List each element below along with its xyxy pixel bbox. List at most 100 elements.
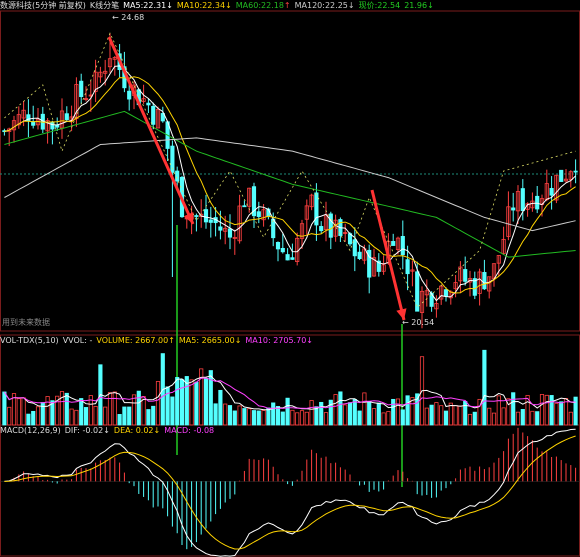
ma10-value: 22.34 bbox=[202, 1, 226, 10]
volume-bar bbox=[343, 404, 348, 426]
watermark-label: 用到未来数据 bbox=[2, 318, 50, 327]
macd-dea-line bbox=[4, 435, 576, 550]
volume-header: VOL-TDX(5,10) VVOL: - VOLUME: 2667.00↑ MA5:… bbox=[0, 336, 317, 346]
volume-bar bbox=[117, 414, 122, 426]
volume-ma5-line bbox=[3, 375, 576, 411]
volume-bar bbox=[568, 411, 573, 426]
vol-title: VOL-TDX(5,10) bbox=[0, 336, 59, 345]
candle-body bbox=[405, 259, 410, 275]
candle-body bbox=[400, 236, 405, 256]
vol-ma10-value: MA10: 2705.70↓ bbox=[245, 336, 313, 345]
volume-bar bbox=[275, 406, 281, 426]
candle-body bbox=[319, 226, 324, 232]
ma120-label: MA120:22.25↓ bbox=[294, 1, 355, 10]
chart-canvas bbox=[0, 10, 580, 557]
volume-bar bbox=[309, 400, 314, 426]
volume-bar bbox=[261, 410, 266, 426]
candle-body bbox=[55, 124, 60, 128]
volume-bar bbox=[251, 410, 257, 426]
volume-bar bbox=[127, 406, 132, 426]
volume-bar bbox=[194, 381, 199, 426]
extra-value: 21.96↓ bbox=[404, 1, 434, 10]
candle-body bbox=[79, 80, 84, 98]
volume-bar bbox=[367, 401, 372, 426]
candle-body bbox=[280, 247, 285, 253]
volume-bar bbox=[491, 412, 497, 426]
volume-bar bbox=[434, 402, 439, 426]
volume-bar bbox=[429, 404, 434, 426]
main-header: 数源科技(5分钟 前复权) K线分笔 MA5:22.31↓ MA10:22.34↓ MA… bbox=[0, 1, 438, 11]
volume-bar bbox=[549, 395, 554, 426]
macd-title: MACD(12,26,9) bbox=[0, 426, 61, 435]
volume-bar bbox=[103, 406, 108, 426]
candle-body bbox=[482, 272, 487, 290]
volume-bar bbox=[482, 349, 487, 426]
zigzag-line bbox=[4, 32, 576, 309]
chart-root: 数源科技(5分钟 前复权) K线分笔 MA5:22.31↓ MA10:22.34↓ MA… bbox=[0, 0, 580, 557]
volume-bar bbox=[266, 407, 271, 426]
candle-body bbox=[357, 251, 362, 260]
volume-bar bbox=[544, 394, 549, 426]
volume-bar bbox=[338, 391, 343, 426]
volume-bar bbox=[112, 391, 117, 426]
volume-bar bbox=[170, 396, 175, 426]
volume-bar bbox=[458, 405, 463, 426]
candle-body bbox=[391, 241, 396, 246]
volume-bar bbox=[165, 386, 170, 426]
candle-body bbox=[194, 215, 199, 217]
mode-label: K线分笔 bbox=[89, 1, 120, 10]
volume-bar bbox=[467, 413, 473, 426]
candle-body bbox=[227, 228, 233, 238]
volume-bar bbox=[7, 406, 12, 426]
ma120-line bbox=[4, 137, 576, 232]
volume-bar bbox=[424, 407, 429, 426]
candle-body bbox=[64, 113, 69, 120]
volume-bar bbox=[271, 402, 276, 426]
volume-bar bbox=[247, 408, 252, 426]
volume-bar bbox=[535, 411, 540, 426]
stock-title: 数源科技(5分钟 前复权) bbox=[0, 1, 86, 10]
volume-bar bbox=[2, 391, 7, 426]
volume-bar bbox=[410, 397, 415, 426]
dea-value: DEA: 0.02↓ bbox=[113, 426, 161, 435]
macd-dif-line bbox=[4, 428, 576, 557]
volume-bar bbox=[285, 397, 290, 426]
volume-bar bbox=[520, 409, 525, 426]
volume-bar bbox=[107, 392, 113, 426]
volume-bar bbox=[74, 409, 79, 426]
volume-bar bbox=[175, 377, 180, 426]
volume-bar bbox=[223, 403, 228, 426]
ma5-value: 22.31 bbox=[143, 1, 167, 10]
volume-bar bbox=[304, 411, 309, 426]
volume-bar bbox=[371, 408, 377, 426]
vol-ma5-value: MA5: 2665.00↓ bbox=[178, 336, 242, 345]
ma120-value: 22.25 bbox=[324, 1, 348, 10]
volume-bar bbox=[472, 411, 477, 426]
low-label: ← 20.54 bbox=[402, 318, 435, 327]
candle-body bbox=[520, 188, 525, 212]
candle-body bbox=[463, 269, 468, 282]
volume-bar bbox=[554, 402, 559, 426]
volume-value: VOLUME: 2667.00↑ bbox=[96, 336, 175, 345]
ma60-value: 22.18 bbox=[261, 1, 284, 10]
candle-body bbox=[511, 207, 516, 211]
volume-bar bbox=[242, 408, 247, 426]
volume-bar bbox=[357, 410, 362, 426]
volume-bar bbox=[391, 398, 396, 426]
candle-body bbox=[242, 205, 247, 208]
volume-bar bbox=[16, 398, 21, 426]
volume-bar bbox=[515, 411, 521, 426]
macd-header: MACD(12,26,9) DIF: -0.02↓ DEA: 0.02↓ MACD: … bbox=[0, 426, 218, 436]
volume-bar bbox=[93, 405, 98, 426]
volume-bar bbox=[35, 406, 41, 426]
volume-bar bbox=[146, 409, 151, 426]
vvol-value: VVOL: - bbox=[62, 336, 93, 345]
candle-body bbox=[549, 188, 554, 196]
candle-body bbox=[218, 226, 223, 231]
price-panel-border bbox=[0, 10, 580, 332]
candle-body bbox=[443, 289, 449, 297]
ma60-label: MA60:22.18↑ bbox=[235, 1, 291, 10]
volume-bar bbox=[559, 401, 564, 426]
volume-bar bbox=[290, 409, 295, 426]
candle-body bbox=[559, 169, 564, 182]
